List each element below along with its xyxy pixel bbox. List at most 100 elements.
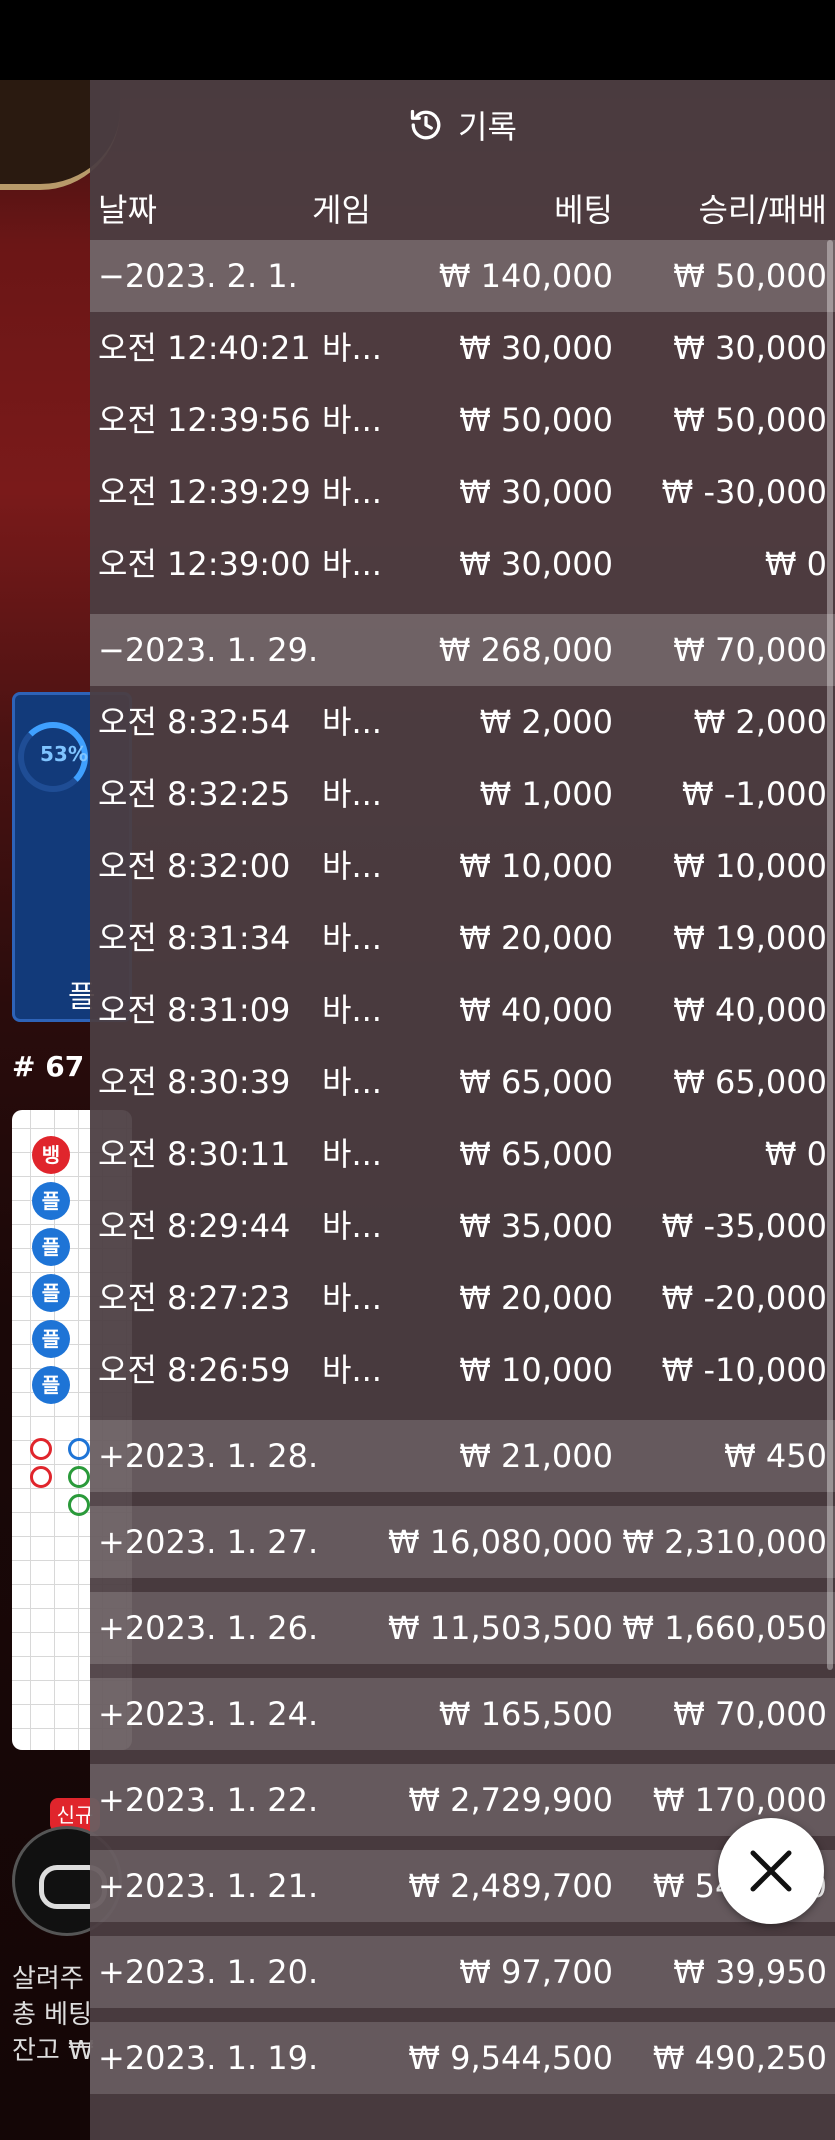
total-bet-label: 총 베팅 (12, 2000, 93, 2030)
history-bet-row[interactable]: 오전 8:31:09 바... ₩ 40,000 ₩ 40,000 (90, 974, 835, 1046)
history-day-row[interactable]: +2023. 1. 24. ₩ 165,500 ₩ 70,000 (90, 1678, 835, 1750)
history-bet-row[interactable]: 오전 8:29:44 바... ₩ 35,000 ₩ -35,000 (90, 1190, 835, 1262)
day-win-total: ₩ 50,000 (673, 257, 827, 295)
close-button[interactable] (718, 1818, 824, 1924)
day-bet-total: ₩ 9,544,500 (408, 2039, 613, 2077)
bet-result: ₩ 40,000 (673, 991, 827, 1029)
day-bet-total: ₩ 2,729,900 (408, 1781, 613, 1819)
bet-result: ₩ -35,000 (661, 1207, 827, 1245)
bead-player: 플 (32, 1228, 70, 1266)
history-bet-row[interactable]: 오전 12:40:21 바... ₩ 30,000 ₩ 30,000 (90, 312, 835, 384)
bet-amount: ₩ 30,000 (459, 473, 613, 511)
day-date: −2023. 2. 1. (98, 257, 298, 295)
bet-game: 바... (322, 1135, 382, 1173)
history-bet-row[interactable]: 오전 8:32:25 바... ₩ 1,000 ₩ -1,000 (90, 758, 835, 830)
col-header-win-loss[interactable]: 승리/패배 (698, 185, 827, 231)
bet-time: 오전 8:32:00 (98, 847, 291, 885)
history-bet-row[interactable]: 오전 8:27:23 바... ₩ 20,000 ₩ -20,000 (90, 1262, 835, 1334)
day-win-total: ₩ 70,000 (673, 631, 827, 669)
bet-time: 오전 8:31:34 (98, 919, 291, 957)
bet-amount: ₩ 10,000 (459, 1351, 613, 1389)
row-spacer (90, 2008, 835, 2022)
row-spacer (90, 1664, 835, 1678)
bet-amount: ₩ 10,000 (459, 847, 613, 885)
bet-result: ₩ -20,000 (661, 1279, 827, 1317)
bet-game: 바... (322, 1279, 382, 1317)
history-day-row[interactable]: +2023. 1. 20. ₩ 97,700 ₩ 39,950 (90, 1936, 835, 2008)
history-bet-row[interactable]: 오전 8:32:00 바... ₩ 10,000 ₩ 10,000 (90, 830, 835, 902)
day-win-total: ₩ 450 (724, 1437, 827, 1475)
close-icon (750, 1850, 792, 1892)
bet-amount: ₩ 65,000 (459, 1135, 613, 1173)
day-date: +2023. 1. 20. (98, 1953, 319, 1991)
history-day-row[interactable]: +2023. 1. 27. ₩ 16,080,000 ₩ 2,310,000 (90, 1506, 835, 1578)
bet-amount: ₩ 50,000 (459, 401, 613, 439)
bet-result: ₩ 10,000 (673, 847, 827, 885)
col-header-bet[interactable]: 베팅 (554, 185, 613, 231)
day-date: +2023. 1. 26. (98, 1609, 319, 1647)
bet-amount: ₩ 40,000 (459, 991, 613, 1029)
bet-game: 바... (322, 1207, 382, 1245)
percent-label: 53% (40, 742, 88, 766)
day-bet-total: ₩ 21,000 (459, 1437, 613, 1475)
bet-game: 바... (322, 329, 382, 367)
history-day-row[interactable]: +2023. 1. 26. ₩ 11,503,500 ₩ 1,660,050 (90, 1592, 835, 1664)
bead-player: 플 (32, 1182, 70, 1220)
road-ring (68, 1466, 90, 1488)
bet-time: 오전 8:30:39 (98, 1063, 291, 1101)
bead-player: 플 (32, 1366, 70, 1404)
history-bet-row[interactable]: 오전 12:39:00 바... ₩ 30,000 ₩ 0 (90, 528, 835, 600)
day-win-total: ₩ 2,310,000 (622, 1523, 827, 1561)
bet-time: 오전 8:30:11 (98, 1135, 291, 1173)
scrollbar[interactable] (827, 240, 833, 1670)
round-number: # 67 (12, 1050, 85, 1083)
bet-amount: ₩ 20,000 (459, 1279, 613, 1317)
bet-game: 바... (322, 1351, 382, 1389)
bet-time: 오전 8:26:59 (98, 1351, 291, 1389)
bet-result: ₩ 30,000 (673, 329, 827, 367)
row-spacer (90, 600, 835, 614)
day-bet-total: ₩ 97,700 (459, 1953, 613, 1991)
history-bet-row[interactable]: 오전 12:39:29 바... ₩ 30,000 ₩ -30,000 (90, 456, 835, 528)
history-list[interactable]: −2023. 2. 1. ₩ 140,000 ₩ 50,000 오전 12:40:21… (90, 240, 835, 2108)
day-date: +2023. 1. 21. (98, 1867, 319, 1905)
day-bet-total: ₩ 165,500 (438, 1695, 613, 1733)
history-icon (408, 107, 444, 143)
day-bet-total: ₩ 140,000 (438, 257, 613, 295)
history-panel: 기록 날짜 게임 베팅 승리/패배 −2023. 2. 1. ₩ 140,000 ₩… (90, 80, 835, 2140)
history-header: 기록 (90, 100, 835, 150)
day-bet-total: ₩ 2,489,700 (408, 1867, 613, 1905)
row-spacer (90, 1922, 835, 1936)
bet-time: 오전 12:39:00 (98, 545, 311, 583)
bet-time: 오전 8:27:23 (98, 1279, 291, 1317)
history-day-row[interactable]: +2023. 1. 28. ₩ 21,000 ₩ 450 (90, 1420, 835, 1492)
day-win-total: ₩ 170,000 (652, 1781, 827, 1819)
bet-game: 바... (322, 991, 382, 1029)
history-bet-row[interactable]: 오전 8:26:59 바... ₩ 10,000 ₩ -10,000 (90, 1334, 835, 1406)
road-ring (30, 1466, 52, 1488)
bet-time: 오전 12:39:56 (98, 401, 311, 439)
history-bet-row[interactable]: 오전 8:30:39 바... ₩ 65,000 ₩ 65,000 (90, 1046, 835, 1118)
bet-game: 바... (322, 775, 382, 813)
day-date: +2023. 1. 28. (98, 1437, 319, 1475)
bet-result: ₩ 0 (764, 545, 827, 583)
day-date: +2023. 1. 22. (98, 1781, 319, 1819)
bead-banker: 뱅 (32, 1136, 70, 1174)
bet-amount: ₩ 30,000 (459, 329, 613, 367)
bet-game: 바... (322, 703, 382, 741)
history-bet-row[interactable]: 오전 8:30:11 바... ₩ 65,000 ₩ 0 (90, 1118, 835, 1190)
day-date: +2023. 1. 27. (98, 1523, 319, 1561)
col-header-date[interactable]: 날짜 (98, 185, 157, 231)
day-win-total: ₩ 39,950 (673, 1953, 827, 1991)
row-spacer (90, 1492, 835, 1506)
history-day-row[interactable]: −2023. 2. 1. ₩ 140,000 ₩ 50,000 (90, 240, 835, 312)
history-day-row[interactable]: +2023. 1. 22. ₩ 2,729,900 ₩ 170,000 (90, 1764, 835, 1836)
bet-game: 바... (322, 847, 382, 885)
history-bet-row[interactable]: 오전 12:39:56 바... ₩ 50,000 ₩ 50,000 (90, 384, 835, 456)
history-bet-row[interactable]: 오전 8:31:34 바... ₩ 20,000 ₩ 19,000 (90, 902, 835, 974)
col-header-game[interactable]: 게임 (312, 185, 371, 231)
history-day-row[interactable]: −2023. 1. 29. ₩ 268,000 ₩ 70,000 (90, 614, 835, 686)
history-bet-row[interactable]: 오전 8:32:54 바... ₩ 2,000 ₩ 2,000 (90, 686, 835, 758)
history-day-row[interactable]: +2023. 1. 19. ₩ 9,544,500 ₩ 490,250 (90, 2022, 835, 2094)
bet-game: 바... (322, 401, 382, 439)
